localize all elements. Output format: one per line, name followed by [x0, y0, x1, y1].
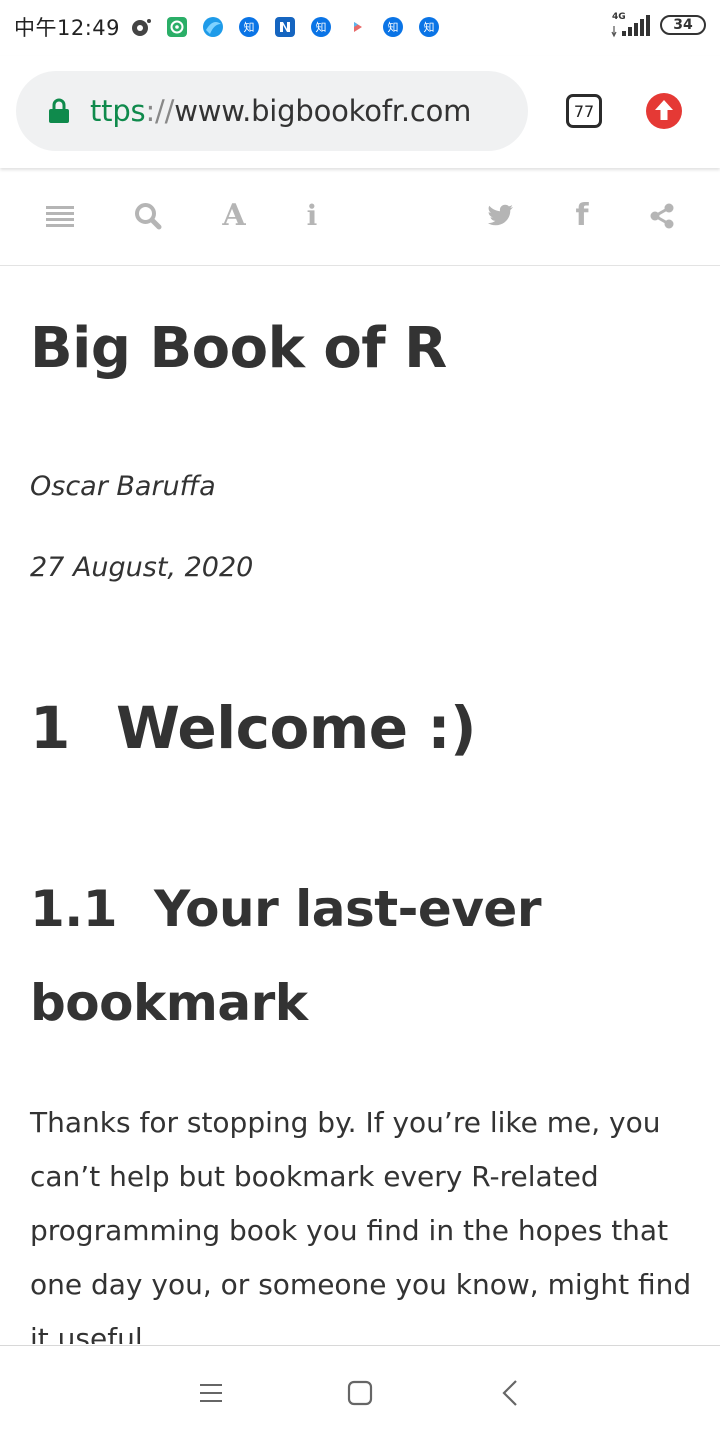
browser-toolbar: ttps://www.bigbookofr.com 77 [0, 56, 720, 168]
chapter-title: Welcome :) [116, 694, 477, 762]
twitter-share-button[interactable] [482, 198, 518, 234]
home-button[interactable] [347, 1380, 373, 1406]
zhihu-icon: 知 [418, 16, 440, 38]
battery-indicator: 34 [660, 15, 706, 35]
zhihu-glyph: 知 [424, 20, 435, 34]
url-host: www.bigbookofr.com [174, 94, 472, 128]
zhihu-icon: 知 [238, 16, 260, 38]
book-date: 27 August, 2020 [30, 552, 254, 583]
status-bar: 中午12:49 知 知 知 知 4G 34 [0, 0, 720, 56]
network-type: 4G [612, 12, 626, 22]
signal-icon: 4G [610, 12, 650, 38]
play-icon [346, 16, 368, 38]
zhihu-glyph: 知 [316, 20, 327, 34]
menu-lines-icon [46, 206, 74, 227]
address-bar[interactable]: ttps://www.bigbookofr.com [16, 71, 528, 151]
chapter-heading: 1 Welcome :) [30, 694, 477, 762]
section-number: 1.1 [30, 880, 118, 938]
url-scheme: ttps [90, 94, 146, 128]
tab-switcher-button[interactable]: 77 [566, 94, 602, 128]
lock-icon [49, 98, 69, 123]
search-button[interactable] [130, 198, 166, 234]
info-icon: i [306, 199, 318, 232]
url-text[interactable]: ttps://www.bigbookofr.com [90, 94, 471, 128]
book-toolbar: A i f [0, 168, 720, 266]
zhihu-glyph: 知 [244, 20, 255, 34]
record-icon [130, 16, 152, 38]
wechat-pay-icon [166, 16, 188, 38]
twitter-icon [487, 204, 513, 226]
tab-count: 77 [573, 101, 595, 121]
zhihu-icon: 知 [382, 16, 404, 38]
book-content: Big Book of R Oscar Baruffa 27 August, 2… [0, 266, 720, 1344]
info-button[interactable]: i [294, 198, 330, 234]
facebook-share-button[interactable]: f [564, 198, 600, 234]
chapter-number: 1 [30, 694, 70, 762]
url-separator: :// [145, 94, 175, 128]
zhihu-icon: 知 [310, 16, 332, 38]
search-icon [135, 203, 162, 230]
status-time: 中午12:49 [14, 16, 121, 40]
intro-paragraph: Thanks for stopping by. If you’re like m… [30, 1106, 692, 1344]
status-right: 4G 34 [610, 12, 706, 38]
battery-level: 34 [673, 17, 693, 33]
share-button[interactable] [644, 198, 680, 234]
system-nav-bar [0, 1345, 720, 1441]
share-icon [650, 203, 674, 229]
nav-app-icon [274, 16, 296, 38]
section-heading: 1.1 Your last-ever bookmark [30, 862, 690, 1050]
back-button[interactable] [498, 1380, 524, 1406]
upload-button[interactable] [645, 92, 683, 130]
recents-button[interactable] [198, 1380, 224, 1406]
browser-icon [202, 16, 224, 38]
font-settings-button[interactable]: A [216, 198, 252, 234]
book-author: Oscar Baruffa [30, 471, 216, 502]
book-title: Big Book of R [30, 316, 447, 381]
toc-toggle-button[interactable] [42, 198, 78, 234]
zhihu-glyph: 知 [388, 20, 399, 34]
notification-icons: 知 知 知 知 [130, 15, 454, 39]
font-icon: A [222, 198, 246, 233]
facebook-icon: f [575, 198, 589, 233]
